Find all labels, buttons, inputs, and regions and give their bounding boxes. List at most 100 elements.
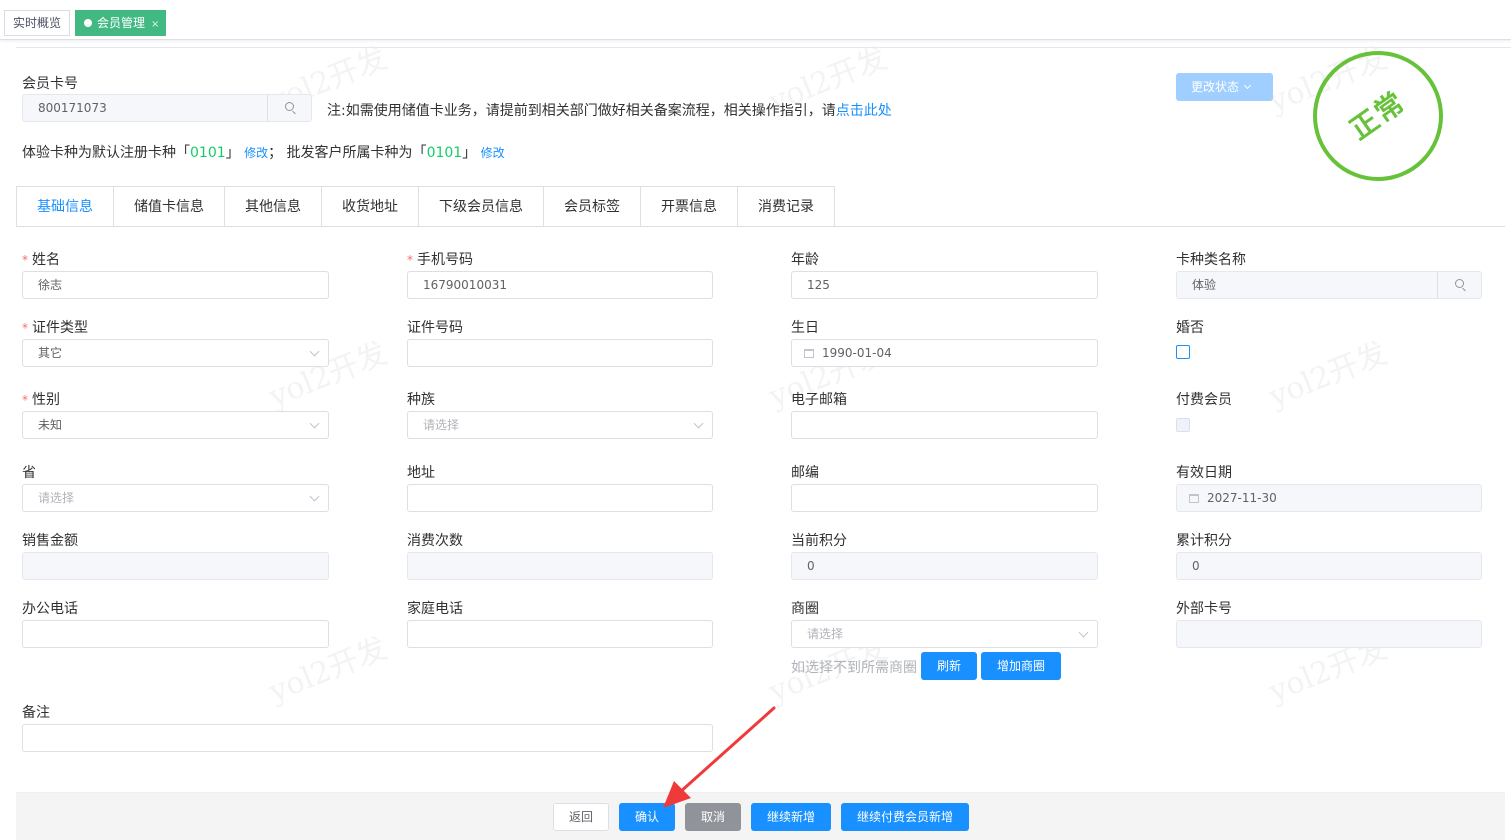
ethnic-select[interactable]: 请选择 (407, 411, 713, 439)
select-value: 未知 (38, 418, 63, 432)
required-mark: * (22, 253, 28, 267)
storage-card-note: 注:如需使用储值卡业务，请提前到相关部门做好相关备案流程，相关操作指引，请点击此… (327, 100, 892, 120)
stamp-text: 正常 (1343, 84, 1412, 147)
add-district-button[interactable]: 增加商圈 (981, 652, 1061, 680)
label-text: 手机号码 (417, 252, 473, 268)
tab-stored-value-card[interactable]: 储值卡信息 (114, 186, 225, 227)
chevron-down-icon (309, 491, 320, 502)
tab-invoice-info[interactable]: 开票信息 (641, 186, 738, 227)
tabs-underline (16, 226, 1505, 227)
birthday-label: 生日 (791, 320, 819, 336)
sales-amount-label: 销售金额 (22, 533, 78, 549)
label-text: 姓名 (32, 252, 60, 268)
id-type-label: * 证件类型 (22, 317, 88, 337)
province-label: 省 (22, 465, 36, 481)
card-type-input[interactable]: 体验 (1176, 271, 1482, 299)
card-number-label: 会员卡号 (22, 76, 78, 92)
email-input[interactable] (791, 411, 1098, 439)
calendar-icon (1189, 494, 1199, 503)
id-type-select[interactable]: 其它 (22, 339, 329, 367)
card-number-value: 800171073 (38, 101, 107, 115)
total-points-input[interactable]: 0 (1176, 552, 1482, 580)
edit-wholesale-card-link[interactable]: 修改 (481, 146, 505, 160)
status-stamp: 正常 (1313, 51, 1443, 181)
card-type-search-button[interactable] (1437, 272, 1481, 298)
address-input[interactable] (407, 484, 713, 512)
home-phone-input[interactable] (407, 620, 713, 648)
back-button[interactable]: 返回 (553, 803, 609, 831)
district-select[interactable]: 请选择 (791, 620, 1098, 648)
valid-date-datepicker[interactable]: 2027-11-30 (1176, 484, 1482, 512)
refresh-district-button[interactable]: 刷新 (921, 652, 977, 680)
continue-paid-add-button[interactable]: 继续付费会员新增 (841, 803, 969, 831)
search-icon (285, 102, 294, 111)
married-checkbox[interactable] (1176, 345, 1190, 359)
select-placeholder: 请选择 (423, 418, 460, 432)
tab-sub-members[interactable]: 下级会员信息 (419, 186, 544, 227)
visit-count-input[interactable] (407, 552, 713, 580)
active-dot-icon (84, 19, 92, 27)
required-mark: * (22, 321, 28, 335)
note-text: 注:如需使用储值卡业务，请提前到相关部门做好相关备案流程，相关操作指引，请 (327, 103, 836, 119)
paid-member-checkbox[interactable] (1176, 418, 1190, 432)
date-value: 2027-11-30 (1207, 491, 1277, 505)
zip-input[interactable] (791, 484, 1098, 512)
select-placeholder: 请选择 (807, 627, 844, 641)
divider (16, 47, 1511, 50)
info-text: ； 批发客户所属卡种为「 (268, 145, 427, 161)
age-label: 年龄 (791, 252, 819, 268)
card-type-label: 卡种类名称 (1176, 252, 1246, 268)
default-card-code: 0101 (190, 145, 226, 161)
province-select[interactable]: 请选择 (22, 484, 329, 512)
chevron-down-icon (309, 418, 320, 429)
card-type-info: 体验卡种为默认注册卡种「0101」 修改； 批发客户所属卡种为「0101」 修改 (22, 142, 505, 162)
external-card-input[interactable] (1176, 620, 1482, 648)
tag-label: 实时概览 (13, 16, 62, 30)
tab-other-info[interactable]: 其他信息 (225, 186, 322, 227)
required-mark: * (407, 253, 413, 267)
paid-member-label: 付费会员 (1176, 392, 1232, 408)
chevron-down-icon (1243, 81, 1252, 90)
birthday-datepicker[interactable]: 1990-01-04 (791, 339, 1098, 367)
remark-input[interactable] (22, 724, 713, 752)
name-input[interactable]: 徐志 (22, 271, 329, 299)
select-value: 其它 (38, 346, 63, 360)
tab-member-tags[interactable]: 会员标签 (544, 186, 641, 227)
card-search-button[interactable] (267, 95, 311, 121)
tab-basic-info[interactable]: 基础信息 (16, 186, 114, 227)
current-points-input[interactable]: 0 (791, 552, 1098, 580)
phone-input[interactable]: 16790010031 (407, 271, 713, 299)
ethnic-label: 种族 (407, 392, 435, 408)
close-icon[interactable]: × (151, 13, 159, 37)
married-label: 婚否 (1176, 320, 1204, 336)
click-here-link[interactable]: 点击此处 (836, 103, 892, 119)
watermark: yol2开发 (1264, 335, 1393, 415)
total-points-label: 累计积分 (1176, 533, 1232, 549)
card-type-value: 体验 (1192, 278, 1217, 292)
office-phone-label: 办公电话 (22, 601, 78, 617)
label-text: 性别 (32, 392, 60, 408)
info-text: 」 (225, 145, 240, 161)
id-number-input[interactable] (407, 339, 713, 367)
edit-default-card-link[interactable]: 修改 (244, 146, 268, 160)
home-phone-label: 家庭电话 (407, 601, 463, 617)
info-text: 」 (462, 145, 477, 161)
phone-label: * 手机号码 (407, 249, 473, 269)
date-value: 1990-01-04 (822, 346, 892, 360)
card-number-input[interactable]: 800171073 (22, 94, 312, 122)
tag-label: 会员管理 (97, 16, 146, 30)
search-icon (1455, 279, 1464, 288)
sales-amount-input[interactable] (22, 552, 329, 580)
age-input[interactable]: 125 (791, 271, 1098, 299)
office-phone-input[interactable] (22, 620, 329, 648)
tab-shipping-address[interactable]: 收货地址 (322, 186, 419, 227)
label-text: 证件类型 (32, 320, 88, 336)
tags-view-bar: 实时概览 会员管理 × (0, 0, 1511, 40)
tag-realtime-overview[interactable]: 实时概览 (4, 10, 71, 36)
id-number-label: 证件号码 (407, 320, 463, 336)
change-status-button[interactable]: 更改状态 (1176, 73, 1273, 101)
district-label: 商圈 (791, 601, 819, 617)
tag-member-management[interactable]: 会员管理 × (75, 10, 167, 37)
tab-consumption-records[interactable]: 消费记录 (738, 186, 835, 227)
gender-select[interactable]: 未知 (22, 411, 329, 439)
